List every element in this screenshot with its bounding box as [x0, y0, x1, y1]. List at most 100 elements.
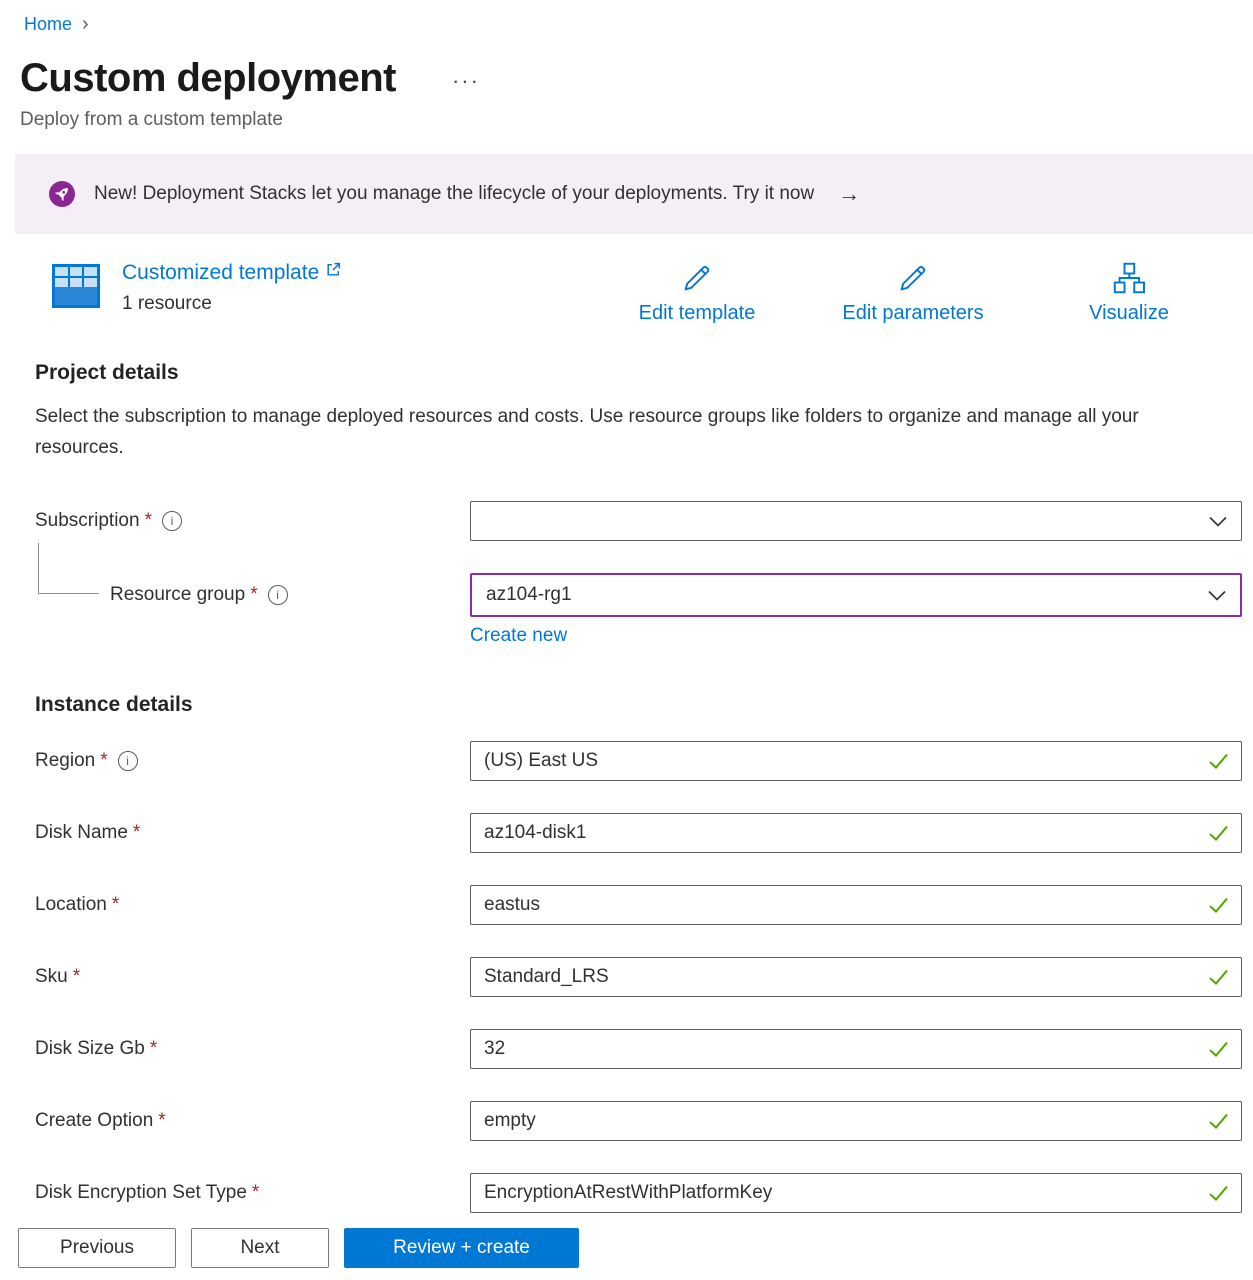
arrow-right-icon: →	[838, 181, 860, 207]
checkmark-icon	[1208, 969, 1229, 985]
checkmark-icon	[1208, 1041, 1229, 1057]
create-option-label-group: Create Option *	[35, 1110, 470, 1132]
resource-group-input-col: az104-rg1	[470, 573, 1242, 617]
template-info: Customized template 1 resource	[122, 260, 342, 315]
required-asterisk: *	[252, 1182, 259, 1204]
required-asterisk: *	[73, 966, 80, 988]
template-icon	[52, 264, 100, 308]
required-asterisk: *	[250, 584, 257, 606]
external-link-icon	[325, 261, 342, 278]
create-new-col: Create new	[470, 625, 1242, 647]
region-label-group: Region * i	[35, 750, 470, 772]
banner-message: New! Deployment Stacks let you manage th…	[94, 183, 814, 205]
disk-encryption-set-type-input-col	[470, 1173, 1242, 1213]
chevron-down-icon	[1208, 590, 1226, 601]
footer-bar: Previous Next Review + create	[0, 1216, 1253, 1280]
info-icon[interactable]: i	[268, 585, 288, 605]
location-input-box	[470, 885, 1242, 925]
instance-details-heading: Instance details	[35, 693, 1253, 717]
sku-input-box	[470, 957, 1242, 997]
visualize-button[interactable]: Visualize	[1054, 260, 1204, 325]
resource-group-label: Resource group	[110, 584, 245, 606]
disk-encryption-set-type-input-box	[470, 1173, 1242, 1213]
subscription-input-col	[470, 501, 1242, 541]
edit-template-label: Edit template	[639, 302, 756, 325]
breadcrumb: Home ›	[0, 0, 1253, 36]
checkmark-icon	[1208, 897, 1229, 913]
region-label: Region	[35, 750, 95, 772]
template-name: Customized template	[122, 260, 319, 286]
info-icon[interactable]: i	[162, 511, 182, 531]
checkmark-icon	[1208, 1185, 1229, 1201]
breadcrumb-home-link[interactable]: Home	[24, 14, 72, 35]
edit-parameters-button[interactable]: Edit parameters	[838, 260, 988, 325]
previous-button[interactable]: Previous	[18, 1228, 176, 1268]
create-option-input[interactable]	[471, 1104, 1199, 1138]
disk-size-gb-row: Disk Size Gb *	[35, 1029, 1242, 1069]
resource-group-value: az104-rg1	[486, 584, 572, 606]
deployment-stacks-banner[interactable]: New! Deployment Stacks let you manage th…	[15, 154, 1253, 234]
disk-name-input-box	[470, 813, 1242, 853]
template-actions: Edit template Edit parameters Visualize	[622, 260, 1253, 325]
pencil-icon	[679, 260, 715, 296]
checkmark-icon	[1208, 825, 1229, 841]
disk-encryption-set-type-input[interactable]	[471, 1176, 1199, 1210]
disk-size-gb-label: Disk Size Gb	[35, 1038, 145, 1060]
resource-group-row: Resource group * i az104-rg1	[35, 573, 1242, 617]
page-subtitle: Deploy from a custom template	[20, 108, 1253, 132]
edit-template-button[interactable]: Edit template	[622, 260, 772, 325]
project-details-form: Subscription * i Resource group * i	[35, 501, 1242, 647]
create-new-link[interactable]: Create new	[470, 625, 567, 646]
create-new-row: Create new	[35, 625, 1242, 647]
sku-input-col	[470, 957, 1242, 997]
title-row: Custom deployment ···	[20, 54, 1253, 102]
resource-group-dropdown[interactable]: az104-rg1	[470, 573, 1242, 617]
instance-details-form: Region * i Disk Name *	[35, 741, 1242, 1213]
custom-deployment-page: Home › Custom deployment ··· Deploy from…	[0, 0, 1253, 1280]
sku-row: Sku *	[35, 957, 1242, 997]
disk-size-gb-label-group: Disk Size Gb *	[35, 1038, 470, 1060]
required-asterisk: *	[100, 750, 107, 772]
sku-input[interactable]	[471, 960, 1199, 994]
region-input[interactable]	[471, 744, 1199, 778]
disk-encryption-set-type-label-group: Disk Encryption Set Type *	[35, 1182, 470, 1204]
disk-name-label: Disk Name	[35, 822, 128, 844]
template-section: Customized template 1 resource Edit temp…	[52, 260, 1253, 325]
disk-name-input-col	[470, 813, 1242, 853]
next-button[interactable]: Next	[191, 1228, 329, 1268]
resource-count: 1 resource	[122, 293, 342, 315]
region-input-col	[470, 741, 1242, 781]
required-asterisk: *	[150, 1038, 157, 1060]
create-option-label: Create Option	[35, 1110, 153, 1132]
more-options-button[interactable]: ···	[446, 66, 486, 96]
info-icon[interactable]: i	[118, 751, 138, 771]
chevron-down-icon	[1209, 516, 1227, 527]
required-asterisk: *	[158, 1110, 165, 1132]
disk-size-gb-input-col	[470, 1029, 1242, 1069]
create-option-input-col	[470, 1101, 1242, 1141]
subscription-label: Subscription	[35, 510, 140, 532]
location-input-col	[470, 885, 1242, 925]
subscription-row: Subscription * i	[35, 501, 1242, 541]
rocket-icon	[48, 180, 76, 208]
sku-label: Sku	[35, 966, 68, 988]
disk-encryption-set-type-label: Disk Encryption Set Type	[35, 1182, 247, 1204]
disk-encryption-set-type-row: Disk Encryption Set Type *	[35, 1173, 1242, 1213]
create-option-row: Create Option *	[35, 1101, 1242, 1141]
indent-connector	[38, 543, 99, 594]
disk-size-gb-input[interactable]	[471, 1032, 1199, 1066]
subscription-dropdown[interactable]	[470, 501, 1242, 541]
sku-label-group: Sku *	[35, 966, 470, 988]
required-asterisk: *	[112, 894, 119, 916]
project-details-heading: Project details	[35, 361, 1253, 385]
disk-name-input[interactable]	[471, 816, 1199, 850]
resource-group-label-group: Resource group * i	[35, 584, 470, 606]
location-input[interactable]	[471, 888, 1199, 922]
edit-parameters-label: Edit parameters	[842, 302, 983, 325]
review-create-button[interactable]: Review + create	[344, 1228, 579, 1268]
checkmark-icon	[1208, 753, 1229, 769]
create-option-input-box	[470, 1101, 1242, 1141]
breadcrumb-chevron-icon: ›	[82, 14, 89, 34]
required-asterisk: *	[133, 822, 140, 844]
customized-template-link[interactable]: Customized template	[122, 260, 342, 286]
